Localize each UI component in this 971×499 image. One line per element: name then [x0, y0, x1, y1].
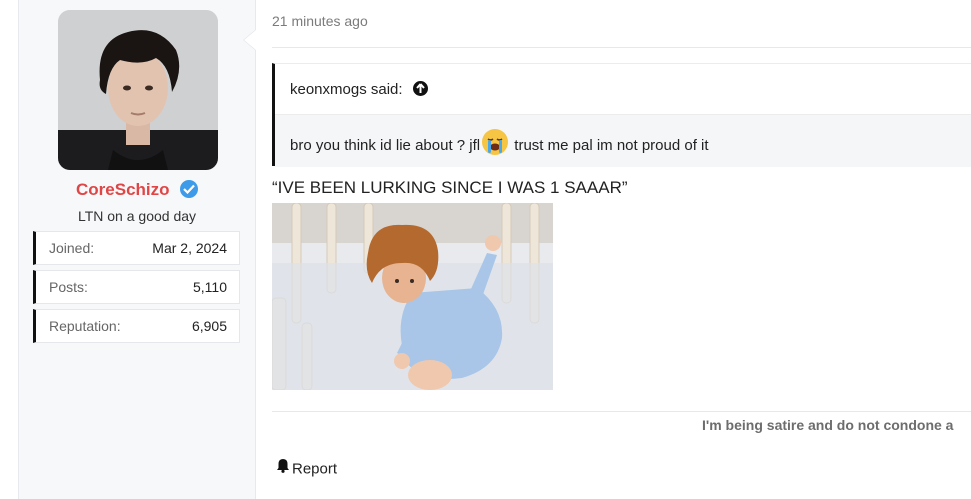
username-row: CoreSchizo: [18, 180, 256, 204]
user-signature: I'm being satire and do not condone a: [702, 417, 954, 433]
report-label[interactable]: Report: [292, 460, 337, 477]
divider: [272, 47, 971, 48]
stat-label: Posts:: [49, 279, 88, 295]
quote-body: bro you think id lie about ? jfl trust m…: [275, 114, 971, 167]
user-title: LTN on a good day: [77, 208, 197, 224]
stat-value: 6,905: [191, 318, 227, 334]
stat-label: Joined:: [49, 240, 95, 256]
stat-label: Reputation:: [49, 318, 121, 334]
jump-to-quote-icon[interactable]: [412, 80, 428, 96]
quote-author[interactable]: keonxmogs said:: [290, 80, 428, 98]
quote-text: bro you think id lie about ? jfl trust m…: [290, 129, 709, 159]
message-arrow: [244, 30, 256, 50]
stat-joined: Joined: Mar 2, 2024: [33, 231, 240, 265]
bell-icon: [276, 458, 290, 477]
user-avatar[interactable]: [58, 10, 218, 170]
post-message-text: “IVE BEEN LURKING SINCE I WAS 1 SAAAR”: [272, 178, 628, 197]
report-button[interactable]: Report: [276, 458, 337, 479]
verified-badge-icon: [179, 180, 198, 198]
quote-author-label[interactable]: keonxmogs said:: [290, 81, 403, 98]
loudly-crying-face-emoji-icon: [482, 129, 509, 155]
post-image[interactable]: [272, 203, 553, 390]
stat-value: 5,110: [193, 279, 227, 295]
stat-value: Mar 2, 2024: [152, 240, 227, 256]
username-link[interactable]: CoreSchizo: [76, 180, 170, 199]
stat-posts: Posts: 5,110: [33, 270, 240, 304]
quote-block: keonxmogs said: bro you think id lie abo…: [272, 63, 971, 167]
post-timestamp[interactable]: 21 minutes ago: [272, 13, 368, 29]
quote-header: keonxmogs said:: [275, 64, 971, 114]
quote-text-before: bro you think id lie about ? jfl: [290, 136, 481, 154]
stat-reputation: Reputation: 6,905: [33, 309, 240, 343]
signature-divider: [272, 411, 971, 412]
quote-text-after: trust me pal im not proud of it: [514, 136, 709, 154]
